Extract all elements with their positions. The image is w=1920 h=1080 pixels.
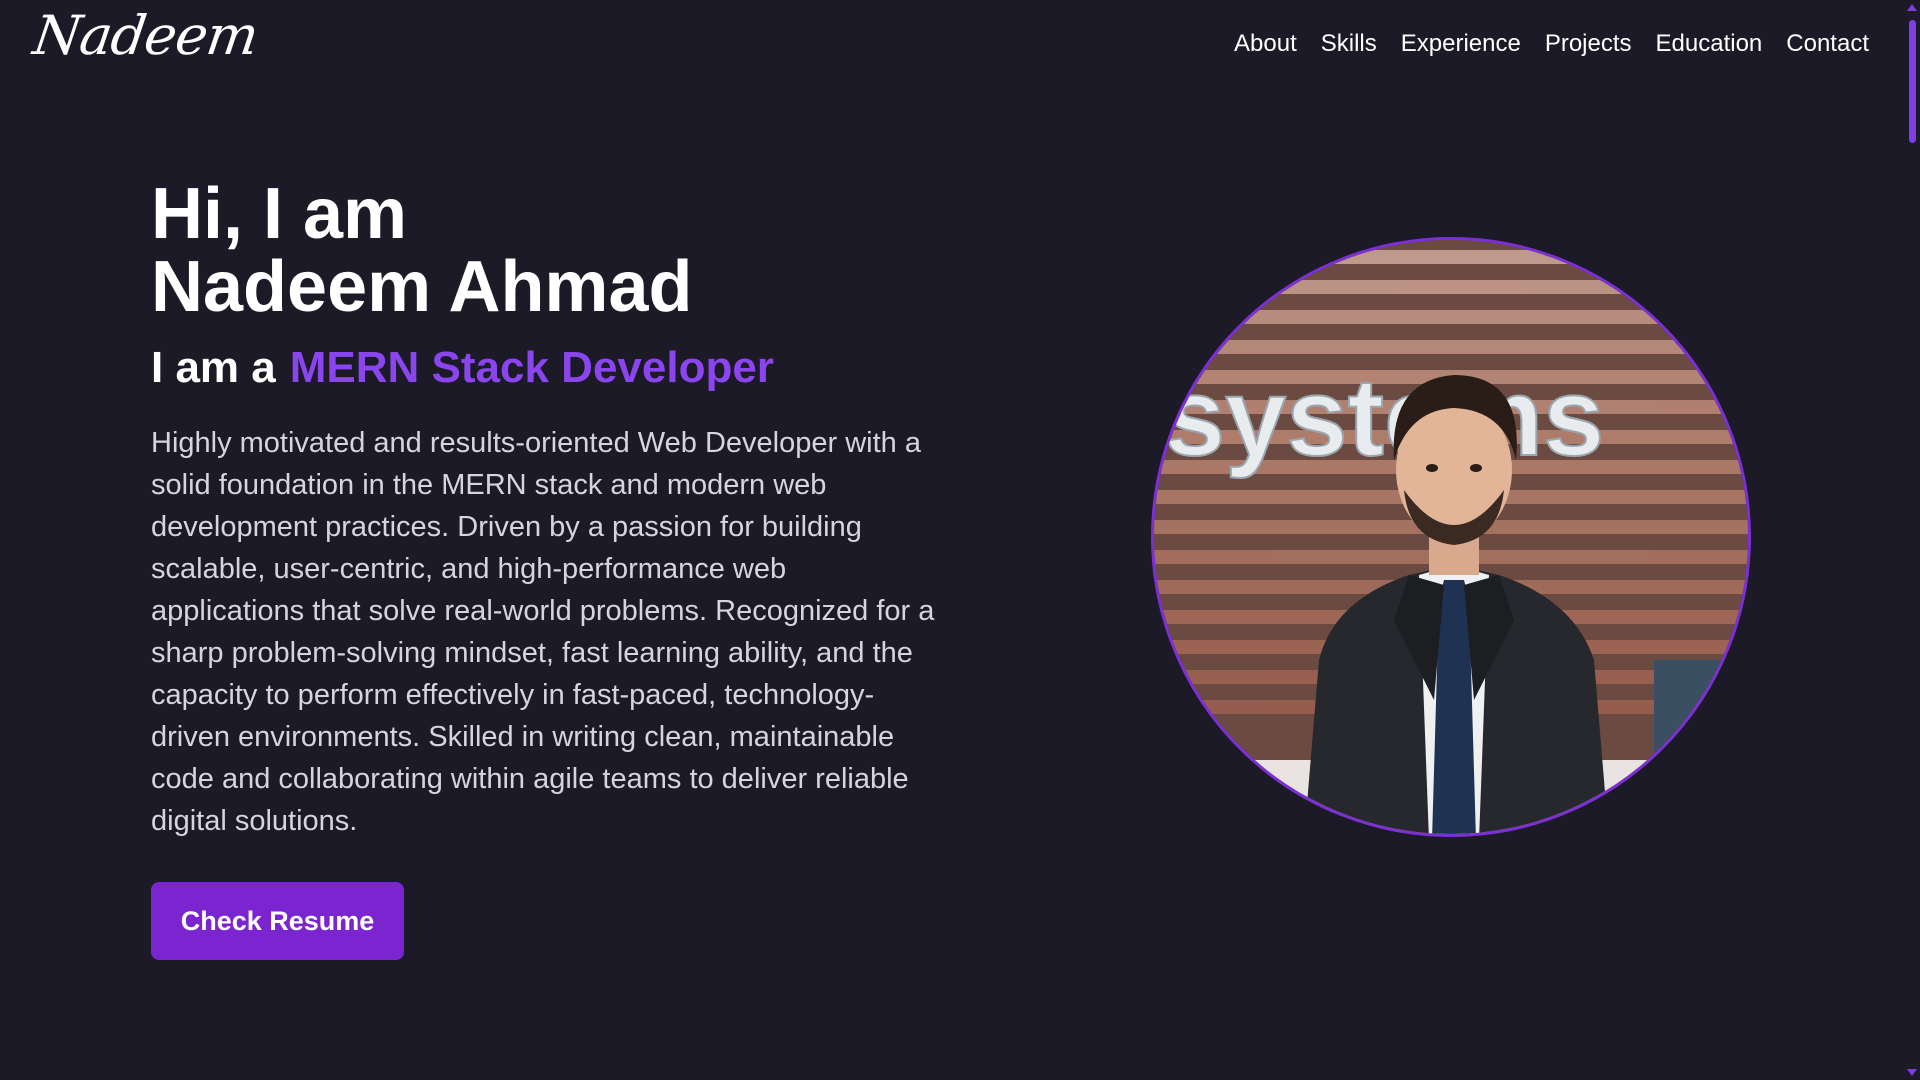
main-nav: About Skills Experience Projects Educati… xyxy=(1234,30,1869,58)
nav-about[interactable]: About xyxy=(1234,30,1297,58)
role-value: MERN Stack Developer xyxy=(289,343,774,392)
role-prefix: I am a xyxy=(151,343,276,392)
page-scrollbar[interactable] xyxy=(1904,0,1920,1080)
scroll-up-icon[interactable] xyxy=(1907,4,1917,11)
wall-sign-text: systems xyxy=(1164,356,1604,479)
hero-bio: Highly motivated and results-oriented We… xyxy=(151,427,935,837)
nav-projects[interactable]: Projects xyxy=(1545,30,1632,58)
scrollbar-thumb[interactable] xyxy=(1909,20,1916,143)
hero-section: Hi, I am Nadeem Ahmad I am a MERN Stack D… xyxy=(151,178,951,871)
hero-name: Nadeem Ahmad xyxy=(151,247,693,327)
check-resume-button[interactable]: Check Resume xyxy=(151,882,404,960)
hero-greeting: Hi, I am xyxy=(151,174,408,254)
nav-contact[interactable]: Contact xyxy=(1786,30,1869,58)
scroll-down-icon[interactable] xyxy=(1907,1069,1917,1076)
hero-role: I am a MERN Stack Developer xyxy=(151,340,951,396)
profile-photo-illustration: systems xyxy=(1154,240,1748,834)
nav-education[interactable]: Education xyxy=(1656,30,1763,58)
nav-experience[interactable]: Experience xyxy=(1401,30,1521,58)
profile-photo: systems xyxy=(1151,237,1751,837)
portfolio-page: Nadeem About Skills Experience Projects … xyxy=(0,0,1920,1080)
nav-skills[interactable]: Skills xyxy=(1321,30,1377,58)
site-logo[interactable]: Nadeem xyxy=(30,4,262,67)
